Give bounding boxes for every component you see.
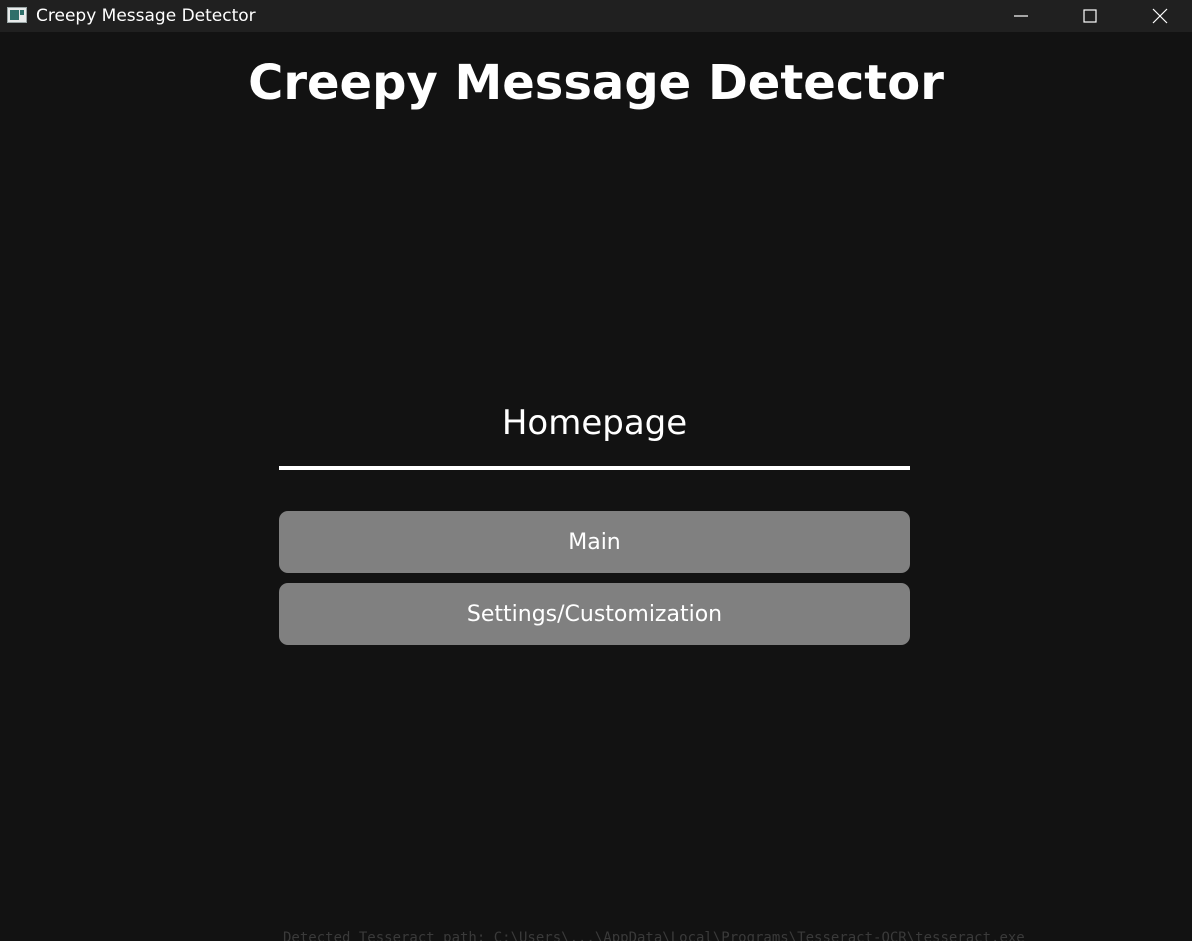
- close-button[interactable]: [1137, 0, 1183, 32]
- maximize-icon: [1083, 9, 1097, 23]
- main-button[interactable]: Main: [279, 511, 910, 573]
- settings-customization-button[interactable]: Settings/Customization: [279, 583, 910, 645]
- minimize-icon: [1014, 15, 1028, 17]
- maximize-button[interactable]: [1067, 0, 1113, 32]
- section-divider: [279, 466, 910, 470]
- window-title: Creepy Message Detector: [36, 6, 256, 26]
- close-icon: [1152, 8, 1168, 24]
- page-title: Creepy Message Detector: [248, 55, 944, 111]
- section-title: Homepage: [501, 403, 688, 443]
- minimize-button[interactable]: [998, 0, 1044, 32]
- app-window: Creepy Message Detector Creepy Message D…: [0, 0, 1192, 941]
- background-console-text: Detected Tesseract path: C:\Users\...\Ap…: [283, 930, 1025, 941]
- title-bar[interactable]: Creepy Message Detector: [0, 0, 1192, 32]
- app-window-icon: [7, 7, 27, 23]
